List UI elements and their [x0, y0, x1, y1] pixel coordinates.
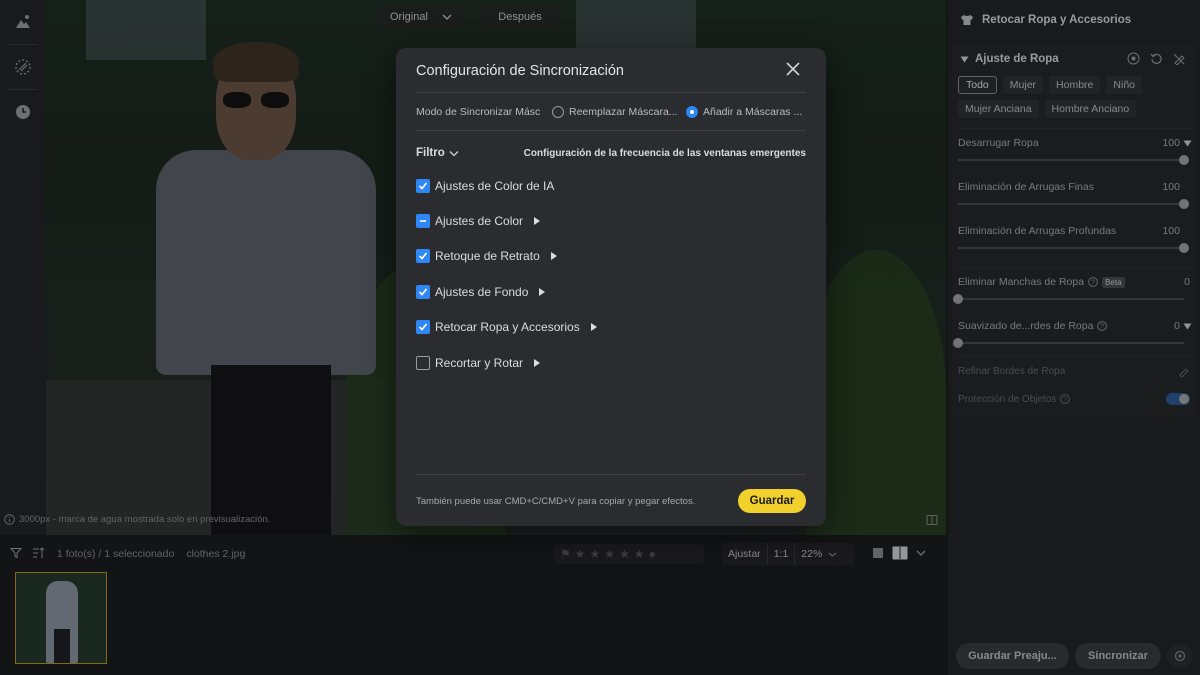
- radio-replace-dot[interactable]: [552, 106, 564, 118]
- checkbox-unchecked[interactable]: [416, 356, 430, 370]
- sync-item-label: Ajustes de Color de IA: [435, 179, 555, 193]
- close-icon: [786, 62, 800, 76]
- divider: [416, 130, 806, 131]
- check-icon: [418, 323, 428, 331]
- filter-label: Filtro: [416, 147, 445, 159]
- sync-item-label: Recortar y Rotar: [435, 356, 524, 370]
- app-window: Original Después 3000px - marca de agua …: [0, 0, 1200, 675]
- popup-frequency-link[interactable]: Configuración de la frecuencia de las ve…: [524, 148, 806, 159]
- radio-add-label: Añadir a Máscaras ...: [703, 106, 803, 118]
- expand-arrow-icon[interactable]: [550, 252, 557, 260]
- radio-add[interactable]: Añadir a Máscaras ...: [686, 106, 802, 118]
- checkbox-checked[interactable]: [416, 249, 430, 263]
- expand-arrow-icon[interactable]: [590, 323, 597, 331]
- close-button[interactable]: [786, 62, 800, 81]
- expand-arrow-icon[interactable]: [534, 217, 541, 225]
- sync-item-portrait[interactable]: Retoque de Retrato: [416, 246, 557, 266]
- check-icon: [418, 288, 428, 296]
- mask-sync-mode: Modo de Sincronizar Másc Reemplazar Másc…: [416, 106, 806, 118]
- checkbox-checked[interactable]: [416, 179, 430, 193]
- filter-row: Filtro Configuración de la frecuencia de…: [416, 147, 806, 159]
- checkbox-checked[interactable]: [416, 285, 430, 299]
- dialog-title: Configuración de Sincronización: [416, 63, 624, 79]
- sync-item-ai-color[interactable]: Ajustes de Color de IA: [416, 176, 554, 196]
- check-icon: [418, 252, 428, 260]
- sync-item-label: Retocar Ropa y Accesorios: [435, 320, 580, 334]
- radio-replace[interactable]: Reemplazar Máscara...: [552, 106, 686, 118]
- sync-item-color[interactable]: Ajustes de Color: [416, 211, 541, 231]
- sync-item-label: Ajustes de Color: [435, 214, 524, 228]
- filter-dropdown[interactable]: Filtro: [416, 147, 459, 159]
- radio-add-dot[interactable]: [686, 106, 698, 118]
- checkbox-partial[interactable]: [416, 214, 430, 228]
- save-button[interactable]: Guardar: [738, 489, 806, 513]
- minus-icon: [420, 220, 426, 222]
- sync-item-clothing[interactable]: Retocar Ropa y Accesorios: [416, 317, 597, 337]
- check-icon: [418, 182, 428, 190]
- sync-item-crop[interactable]: Recortar y Rotar: [416, 353, 541, 373]
- divider: [416, 474, 806, 475]
- mask-mode-label: Modo de Sincronizar Másc: [416, 106, 541, 118]
- sync-settings-dialog: Configuración de Sincronización Modo de …: [396, 48, 826, 526]
- shortcut-hint: También puede usar CMD+C/CMD+V para copi…: [416, 496, 696, 507]
- sync-item-background[interactable]: Ajustes de Fondo: [416, 282, 546, 302]
- sync-item-label: Ajustes de Fondo: [435, 285, 529, 299]
- chevron-down-icon: [449, 150, 459, 156]
- radio-replace-label: Reemplazar Máscara...: [569, 106, 678, 118]
- sync-item-label: Retoque de Retrato: [435, 249, 540, 263]
- divider: [416, 92, 806, 93]
- checkbox-checked[interactable]: [416, 320, 430, 334]
- expand-arrow-icon[interactable]: [539, 288, 546, 296]
- expand-arrow-icon[interactable]: [534, 359, 541, 367]
